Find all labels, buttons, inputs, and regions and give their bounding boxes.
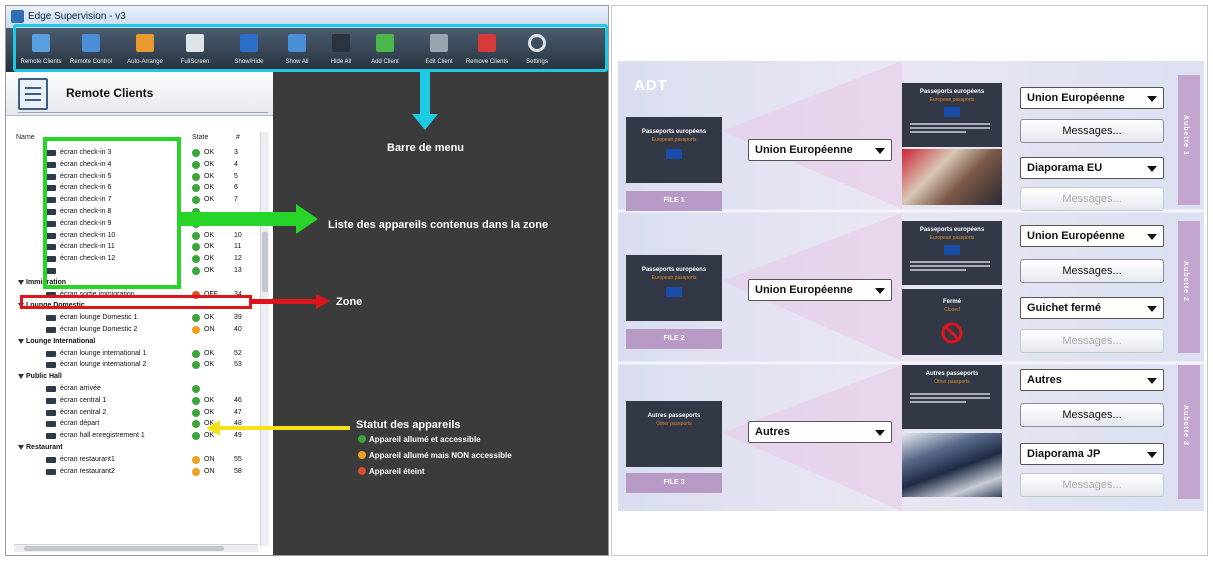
aubette-3-screen-title: Autres passeports [925, 371, 979, 377]
device-list-annotation: Liste des appareils contenus dans la zon… [328, 219, 549, 231]
text-lines [910, 261, 990, 273]
status-annotation-title: Statut des appareils [356, 419, 461, 431]
adt-logo-text: ADT [634, 77, 668, 94]
aubette-1-dd2-value: Diaporama EU [1027, 162, 1103, 174]
aubette-1-tab[interactable]: Aubette 1 [1178, 75, 1200, 205]
menu-bar-annotation: Barre de menu [387, 142, 465, 154]
file-2-screen-subtitle: European passports [651, 275, 697, 281]
chevron-down-icon [1147, 452, 1157, 458]
no-entry-icon [941, 322, 963, 344]
legend-ok: Appareil allumé et accessible [358, 435, 481, 444]
aubette-1-messages-button-2[interactable]: Messages... [1020, 187, 1164, 211]
annotation-arrows [181, 72, 438, 436]
legend-on: Appareil allumé mais NON accessible [358, 451, 512, 460]
aubette-3-top-screen: Autres passeports Other passports [902, 365, 1002, 429]
eu-flag-icon [944, 245, 960, 255]
aubette-3-tab[interactable]: Aubette 3 [1178, 365, 1200, 499]
file-2-dropdown[interactable]: Union Européenne [748, 279, 892, 301]
chevron-down-icon [1147, 96, 1157, 102]
legend-on-text: Appareil allumé mais NON accessible [369, 451, 512, 460]
aubette-2-top-screen: Passeports européens European passports [902, 221, 1002, 285]
file-2-screen-title: Passeports européens [641, 267, 707, 273]
file-1-screen-title: Passeports européens [641, 129, 707, 135]
aubette-3-messages-button-1[interactable]: Messages... [1020, 403, 1164, 427]
aubette-3-dropdown-1[interactable]: Autres [1020, 369, 1164, 391]
aubette-1-messages-button-1[interactable]: Messages... [1020, 119, 1164, 143]
aubette-3-label: Aubette 3 [1182, 405, 1189, 446]
aubette-1-dropdown-1[interactable]: Union Européenne [1020, 87, 1164, 109]
adt-control-panel: ADT Passeports européens European passpo… [618, 61, 1204, 511]
aubette-1-label: Aubette 1 [1182, 115, 1189, 156]
file-3-screen: Autres passeports Other passports [626, 401, 722, 467]
aubette-2-messages-button-1[interactable]: Messages... [1020, 259, 1164, 283]
adt-logo: ADT [634, 77, 668, 94]
file-3-screen-title: Autres passeports [647, 413, 701, 419]
chevron-down-icon [1147, 234, 1157, 240]
chevron-down-icon [1147, 166, 1157, 172]
aubette-2-dropdown-2[interactable]: Guichet fermé [1020, 297, 1164, 319]
file-2-label: FILE 2 [626, 329, 722, 349]
aubette-1-dd1-value: Union Européenne [1027, 92, 1125, 104]
edge-supervision-window: Edge Supervision - v3 Remote Clients Remo… [6, 6, 608, 555]
aubette-3-photo [902, 433, 1002, 497]
aubette-3-screen-subtitle: Other passports [934, 379, 970, 385]
legend-off: Appareil éteint [358, 467, 425, 476]
aubette-2-label: Aubette 2 [1182, 261, 1189, 302]
aubette-2-messages-button-2[interactable]: Messages... [1020, 329, 1164, 353]
edge-supervision-screenshot: Edge Supervision - v3 Remote Clients Remo… [5, 5, 609, 556]
file-3-dropdown-value: Autres [755, 426, 790, 438]
aubette-3-dd2-value: Diaporama JP [1027, 448, 1101, 460]
file-3-dropdown[interactable]: Autres [748, 421, 892, 443]
file-1-dropdown-value: Union Européenne [755, 144, 853, 156]
chevron-down-icon [1147, 378, 1157, 384]
aubette-2-bottom-title: Fermé [942, 299, 961, 305]
orange-dot-icon [358, 451, 366, 459]
file-1-screen: Passeports européens European passports [626, 117, 722, 183]
adt-control-screenshot: ADT Passeports européens European passpo… [611, 5, 1208, 556]
file-1-label: FILE 1 [626, 191, 722, 211]
text-lines [910, 123, 990, 135]
aubette-1-screen-subtitle: European passports [929, 97, 975, 103]
file-1-dropdown[interactable]: Union Européenne [748, 139, 892, 161]
zone-annotation: Zone [336, 296, 363, 308]
aubette-2-dd2-value: Guichet fermé [1027, 302, 1101, 314]
aubette-1-dropdown-2[interactable]: Diaporama EU [1020, 157, 1164, 179]
aubette-1-photo [902, 149, 1002, 205]
aubette-2-bottom-subtitle: Closed [944, 307, 960, 313]
file-2-screen: Passeports européens European passports [626, 255, 722, 321]
chevron-down-icon [875, 148, 885, 154]
legend-ok-text: Appareil allumé et accessible [369, 435, 481, 444]
aubette-1-screen-title: Passeports européens [919, 89, 985, 95]
aubette-3-dd1-value: Autres [1027, 374, 1062, 386]
aubette-1-top-screen: Passeports européens European passports [902, 83, 1002, 147]
eu-flag-icon [666, 149, 682, 159]
file-3-screen-subtitle: Other passports [656, 421, 692, 427]
aubette-2-screen-subtitle: European passports [929, 235, 975, 241]
eu-flag-icon [944, 107, 960, 117]
aubette-2-screen-title: Passeports européens [919, 227, 985, 233]
aubette-2-bottom-screen: Fermé Closed [902, 289, 1002, 355]
aubette-3-dropdown-2[interactable]: Diaporama JP [1020, 443, 1164, 465]
file-1-screen-subtitle: European passports [651, 137, 697, 143]
file-3-label: FILE 3 [626, 473, 722, 493]
aubette-2-dd1-value: Union Européenne [1027, 230, 1125, 242]
chevron-down-icon [875, 430, 885, 436]
aubette-2-tab[interactable]: Aubette 2 [1178, 221, 1200, 353]
chevron-down-icon [1147, 306, 1157, 312]
legend-off-text: Appareil éteint [369, 467, 425, 476]
green-dot-icon [358, 435, 366, 443]
red-dot-icon [358, 467, 366, 475]
file-2-dropdown-value: Union Européenne [755, 284, 853, 296]
aubette-2-dropdown-1[interactable]: Union Européenne [1020, 225, 1164, 247]
aubette-3-messages-button-2[interactable]: Messages... [1020, 473, 1164, 497]
text-lines [910, 393, 990, 405]
chevron-down-icon [875, 288, 885, 294]
eu-flag-icon [666, 287, 682, 297]
